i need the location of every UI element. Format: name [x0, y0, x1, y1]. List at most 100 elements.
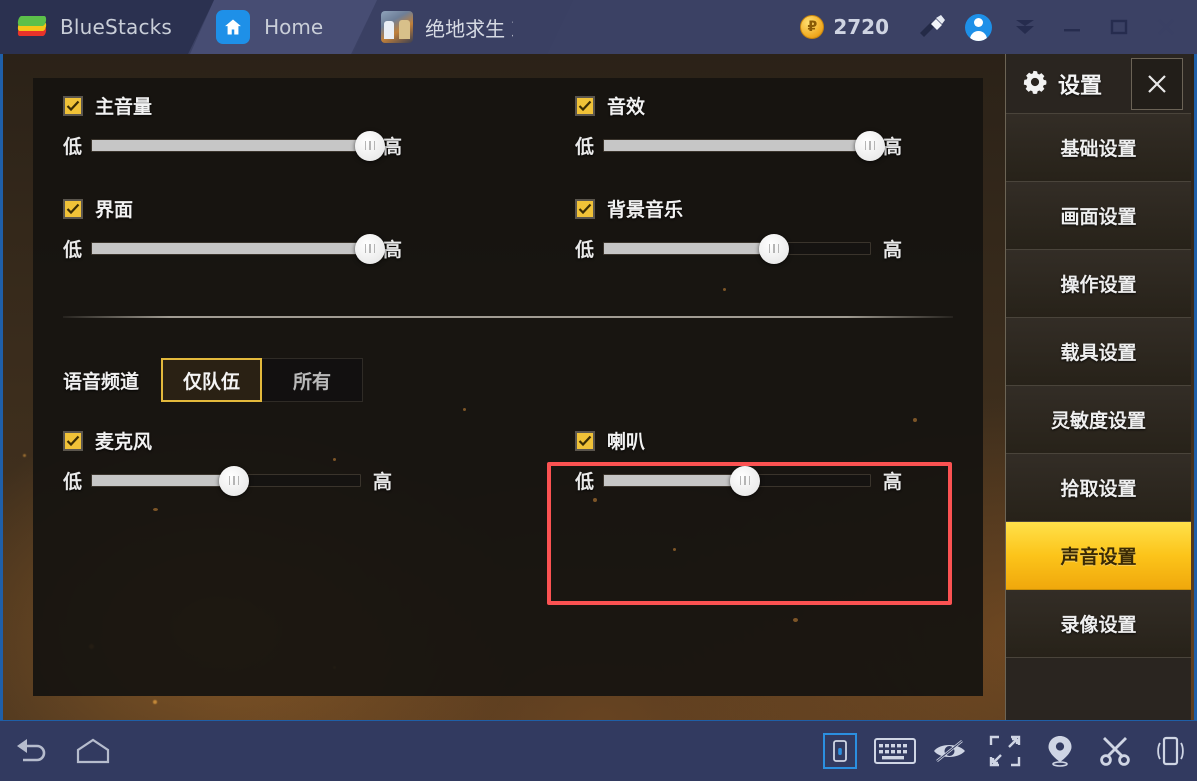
speaker-header: 喇叭 [575, 427, 902, 454]
control-interface: 界面 低 高 [63, 195, 403, 264]
close-icon[interactable] [1142, 0, 1189, 54]
master-volume-track[interactable] [91, 130, 385, 161]
microphone-checkbox[interactable] [63, 430, 83, 451]
master-volume-header: 主音量 [63, 92, 402, 119]
tab-home-label: Home [264, 15, 324, 39]
slider-high-label: 高 [373, 471, 393, 493]
bluestacks-logo-icon [18, 14, 48, 40]
sound-effects-thumb[interactable] [855, 130, 885, 161]
sidebar-item-basic[interactable]: 基础设置 [1006, 114, 1191, 182]
fullscreen-icon[interactable] [977, 721, 1032, 781]
maximize-icon[interactable] [1095, 0, 1142, 54]
slider-low-label: 低 [63, 471, 83, 493]
settings-title: 设置 [1058, 73, 1103, 99]
game-canvas: 主音量 低 高 音效 低 高 界面 低 高 背景音乐 低 高 语音频道 仅队伍 … [3, 54, 1194, 720]
location-pin-icon[interactable] [1032, 721, 1087, 781]
slider-low-label: 低 [575, 239, 595, 261]
titlebar-actions: ₽ 2720 [800, 0, 1197, 54]
tab-game[interactable]: 绝地求生 刺激 [353, 0, 573, 54]
sidebar-item-sound[interactable]: 声音设置 [1006, 522, 1191, 590]
paintbrush-icon[interactable] [909, 0, 955, 54]
slider-high-label: 高 [883, 239, 903, 261]
master-volume-checkbox[interactable] [63, 95, 83, 116]
minimize-icon[interactable] [1048, 0, 1095, 54]
master-volume-slider[interactable]: 低 高 [63, 130, 403, 161]
slider-high-label: 高 [883, 471, 903, 493]
sound-settings-panel: 主音量 低 高 音效 低 高 界面 低 高 背景音乐 低 高 语音频道 仅队伍 … [33, 78, 983, 696]
interface-header: 界面 [63, 195, 402, 222]
sound-effects-label: 音效 [607, 96, 646, 118]
phone-lock-icon[interactable] [812, 721, 867, 781]
sound-effects-slider[interactable]: 低 高 [575, 130, 903, 161]
voice-channel-label: 语音频道 [63, 370, 140, 393]
game-icon [381, 11, 413, 43]
interface-slider[interactable]: 低 高 [63, 233, 403, 264]
sound-effects-checkbox[interactable] [575, 95, 595, 116]
slider-low-label: 低 [63, 239, 83, 261]
tab-home[interactable]: Home [190, 0, 377, 54]
interface-thumb[interactable] [355, 233, 385, 264]
master-volume-thumb[interactable] [355, 130, 385, 161]
home-outline-icon[interactable] [62, 721, 124, 781]
voice-channel-option-team[interactable]: 仅队伍 [161, 358, 263, 402]
collapse-icon[interactable] [1001, 0, 1048, 54]
interface-track[interactable] [91, 233, 385, 264]
currency-display[interactable]: ₽ 2720 [800, 15, 889, 39]
scissors-icon[interactable] [1087, 721, 1142, 781]
sidebar-item-pickup[interactable]: 拾取设置 [1006, 454, 1191, 522]
close-icon[interactable] [1131, 57, 1183, 110]
sound-effects-header: 音效 [575, 92, 902, 119]
titlebar-spacer [573, 0, 800, 54]
control-background-music: 背景音乐 低 高 [575, 195, 903, 264]
gear-icon [1022, 69, 1048, 99]
microphone-slider[interactable]: 低 高 [63, 465, 393, 496]
back-icon[interactable] [0, 721, 62, 781]
sound-effects-track[interactable] [603, 130, 885, 161]
tab-game-label: 绝地求生 刺激 [425, 16, 506, 41]
speaker-checkbox[interactable] [575, 430, 595, 451]
microphone-label: 麦克风 [95, 431, 153, 453]
brand-label: BlueStacks [60, 15, 173, 39]
speaker-track[interactable] [603, 465, 871, 496]
background-music-label: 背景音乐 [607, 199, 684, 221]
interface-label: 界面 [95, 199, 134, 221]
bottom-toolbar [0, 721, 1197, 781]
slider-low-label: 低 [575, 471, 595, 493]
background-music-track[interactable] [603, 233, 871, 264]
slider-high-label: 高 [383, 239, 403, 261]
user-avatar-icon[interactable] [955, 0, 1001, 54]
interface-checkbox[interactable] [63, 198, 83, 219]
sidebar-item-vehicle[interactable]: 载具设置 [1006, 318, 1191, 386]
slider-high-label: 高 [883, 136, 903, 158]
microphone-thumb[interactable] [219, 465, 250, 496]
microphone-header: 麦克风 [63, 427, 392, 454]
control-master-volume: 主音量 低 高 [63, 92, 403, 161]
home-icon [216, 10, 250, 44]
sidebar-item-sensitivity[interactable]: 灵敏度设置 [1006, 386, 1191, 454]
speaker-thumb[interactable] [729, 465, 760, 496]
background-music-thumb[interactable] [759, 233, 790, 264]
microphone-track[interactable] [91, 465, 361, 496]
eye-off-icon[interactable] [922, 721, 977, 781]
control-sound-effects: 音效 低 高 [575, 92, 903, 161]
background-music-slider[interactable]: 低 高 [575, 233, 903, 264]
shake-device-icon[interactable] [1142, 721, 1197, 781]
settings-sidebar: 设置 基础设置 画面设置 操作设置 载具设置 灵敏度设置 拾取设置 声音设置 录… [1005, 54, 1191, 720]
sidebar-item-controls[interactable]: 操作设置 [1006, 250, 1191, 318]
title-bar: BlueStacks Home 绝地求生 刺激 ₽ 2720 [0, 0, 1197, 54]
voice-channel-option-all[interactable]: 所有 [262, 358, 364, 402]
speaker-label: 喇叭 [607, 431, 646, 453]
voice-channel-row: 语音频道 仅队伍 所有 [63, 358, 364, 402]
slider-high-label: 高 [383, 136, 403, 158]
brand-tab[interactable]: BlueStacks [0, 0, 214, 54]
slider-low-label: 低 [575, 136, 595, 158]
control-speaker: 喇叭 低 高 [575, 427, 903, 496]
currency-value: 2720 [833, 15, 889, 39]
sidebar-item-recording[interactable]: 录像设置 [1006, 590, 1191, 658]
background-music-checkbox[interactable] [575, 198, 595, 219]
control-microphone: 麦克风 低 高 [63, 427, 393, 496]
keyboard-icon[interactable] [867, 721, 922, 781]
speaker-slider[interactable]: 低 高 [575, 465, 903, 496]
settings-header: 设置 [1006, 54, 1191, 114]
sidebar-item-display[interactable]: 画面设置 [1006, 182, 1191, 250]
